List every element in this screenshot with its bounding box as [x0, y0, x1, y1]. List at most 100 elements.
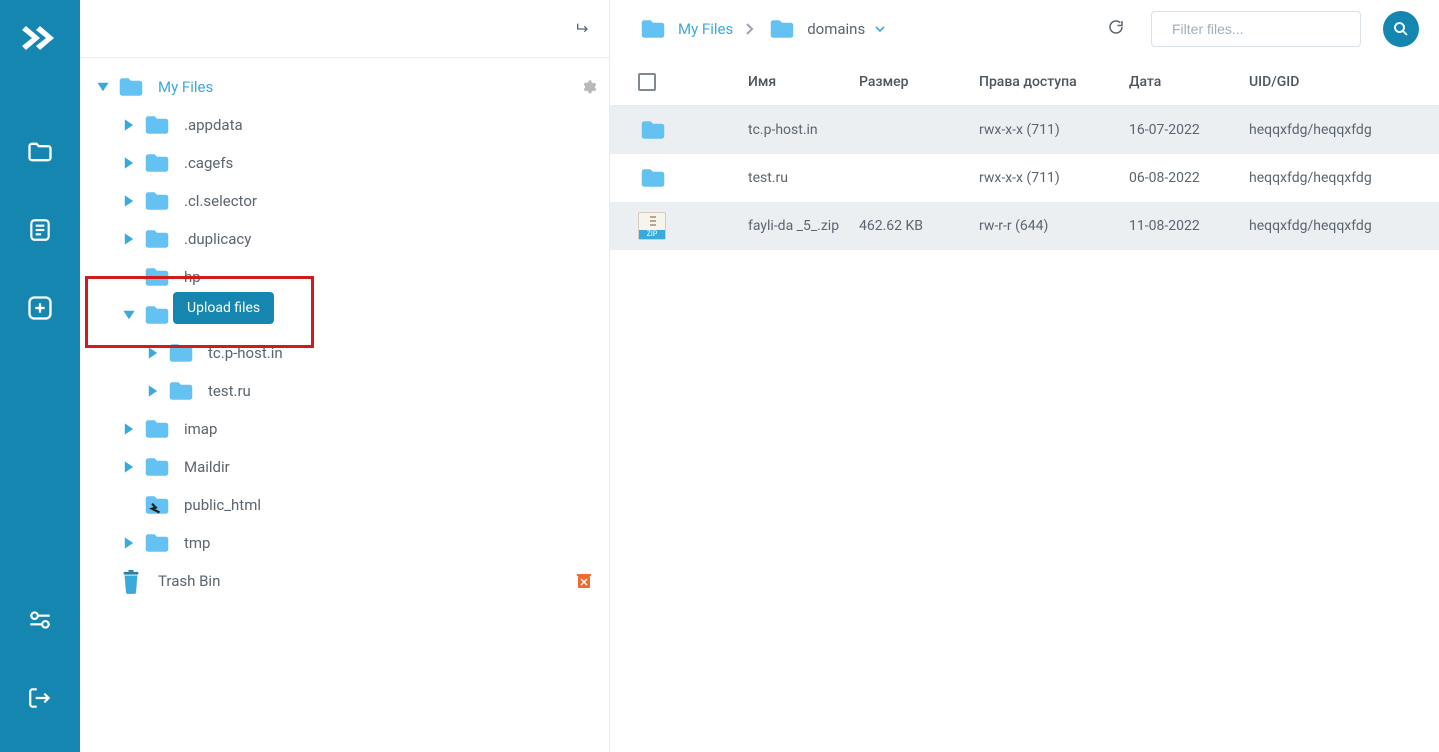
chevron-right-icon — [122, 194, 136, 208]
tree-item-publichtml[interactable]: public_html — [88, 486, 597, 524]
breadcrumb-label: My Files — [678, 20, 733, 38]
search-icon — [1392, 20, 1410, 38]
tree-item-tcphost[interactable]: tc.p-host.in — [88, 334, 597, 372]
folder-icon — [142, 186, 172, 216]
file-table: Имя Размер Права доступа Дата UID/GID tc… — [610, 58, 1439, 250]
logout-nav-button[interactable] — [16, 674, 64, 722]
cell-size: 462.62 KB — [859, 218, 979, 234]
tree-item-clselector[interactable]: .cl.selector — [88, 182, 597, 220]
breadcrumb-label: domains — [807, 20, 865, 38]
folder-icon — [142, 414, 172, 444]
folder-icon — [142, 452, 172, 482]
tree-item-maildir[interactable]: Maildir — [88, 448, 597, 486]
chevron-right-icon — [122, 422, 136, 436]
files-nav-button[interactable] — [16, 128, 64, 176]
chevron-right-icon — [122, 536, 136, 550]
chevron-right-icon — [122, 156, 136, 170]
folder-icon — [142, 224, 172, 254]
tree-item-label: test.ru — [208, 382, 251, 400]
tree-item-label: .cl.selector — [184, 192, 257, 210]
cell-perm: rwx-x-x (711) — [979, 170, 1129, 186]
cell-name: fayli-da _5_.zip — [748, 218, 859, 234]
tree-item-appdata[interactable]: .appdata — [88, 106, 597, 144]
select-all-checkbox[interactable] — [638, 73, 656, 91]
chevron-down-icon — [875, 24, 885, 34]
folder-icon — [142, 262, 172, 292]
folder-icon — [142, 110, 172, 140]
breadcrumb-root[interactable]: My Files — [638, 14, 733, 44]
tree-item-label: .duplicacy — [184, 230, 251, 248]
app-logo — [20, 18, 60, 58]
notes-nav-button[interactable] — [16, 206, 64, 254]
tree-item-hp[interactable]: hp — [88, 258, 597, 296]
nav-rail — [0, 0, 80, 752]
cell-name: test.ru — [748, 170, 859, 186]
cell-uidgid: heqqxfdg/heqqxfdg — [1249, 218, 1429, 234]
column-header-name[interactable]: Имя — [748, 74, 859, 90]
refresh-icon — [1107, 18, 1125, 36]
folder-icon — [166, 376, 196, 406]
cell-uidgid: heqqxfdg/heqqxfdg — [1249, 122, 1429, 138]
folder-icon — [767, 14, 797, 44]
tree-item-label: tc.p-host.in — [208, 344, 283, 362]
chevron-right-icon — [745, 22, 755, 36]
main-content: My Files domains — [610, 0, 1439, 752]
column-header-perm[interactable]: Права доступа — [979, 74, 1129, 90]
folder-icon — [142, 148, 172, 178]
cell-perm: rwx-x-x (711) — [979, 122, 1129, 138]
breadcrumb-bar: My Files domains — [610, 0, 1439, 58]
plus-square-icon — [26, 294, 54, 322]
logout-icon — [27, 685, 53, 711]
column-header-size[interactable]: Размер — [859, 74, 979, 90]
chevron-down-icon — [96, 80, 110, 94]
notes-icon — [27, 217, 53, 243]
breadcrumb-current[interactable]: domains — [767, 14, 885, 44]
search-button[interactable] — [1383, 11, 1419, 47]
tree-item-label: .cagefs — [184, 154, 233, 172]
table-row[interactable]: fayli-da _5_.zip 462.62 KB rw-r-r (644) … — [610, 202, 1439, 250]
chevron-down-icon — [122, 308, 136, 322]
tree-item-cagefs[interactable]: .cagefs — [88, 144, 597, 182]
empty-trash-icon[interactable] — [577, 573, 591, 589]
folder-icon — [116, 72, 146, 102]
tree-item-tmp[interactable]: tmp — [88, 524, 597, 562]
tree-item-domains[interactable]: domains — [88, 296, 597, 334]
chevron-right-icon — [122, 118, 136, 132]
chevrons-logo-icon — [20, 18, 60, 58]
cell-perm: rw-r-r (644) — [979, 218, 1129, 234]
column-header-date[interactable]: Дата — [1129, 74, 1249, 90]
gear-icon[interactable] — [581, 79, 597, 95]
folder-icon — [166, 338, 196, 368]
enter-icon[interactable] — [575, 21, 591, 37]
cell-name: tc.p-host.in — [748, 122, 859, 138]
cell-date: 16-07-2022 — [1129, 122, 1249, 138]
tree-item-label: public_html — [184, 496, 261, 514]
filter-input[interactable] — [1172, 21, 1353, 37]
tree-item-duplicacy[interactable]: .duplicacy — [88, 220, 597, 258]
cell-date: 11-08-2022 — [1129, 218, 1249, 234]
chevron-right-icon — [146, 384, 160, 398]
filter-box[interactable] — [1151, 11, 1361, 47]
settings-nav-button[interactable] — [16, 596, 64, 644]
folder-icon — [638, 163, 668, 193]
table-row[interactable]: test.ru rwx-x-x (711) 06-08-2022 heqqxfd… — [610, 154, 1439, 202]
column-header-uidgid[interactable]: UID/GID — [1249, 74, 1429, 90]
tree-item-testru[interactable]: test.ru — [88, 372, 597, 410]
table-header-row: Имя Размер Права доступа Дата UID/GID — [610, 58, 1439, 106]
upload-nav-button[interactable] — [16, 284, 64, 332]
tree-item-label: hp — [184, 268, 201, 286]
tree-item-label: tmp — [184, 534, 210, 552]
table-row[interactable]: tc.p-host.in rwx-x-x (711) 16-07-2022 he… — [610, 106, 1439, 154]
trash-label: Trash Bin — [158, 572, 220, 590]
sliders-icon — [27, 607, 53, 633]
tree-root-my-files[interactable]: My Files — [88, 68, 597, 106]
refresh-button[interactable] — [1107, 18, 1125, 40]
tree-item-imap[interactable]: imap — [88, 410, 597, 448]
tree-item-label: imap — [184, 420, 217, 438]
cell-date: 06-08-2022 — [1129, 170, 1249, 186]
trash-icon — [120, 568, 142, 594]
trash-bin[interactable]: Trash Bin — [88, 562, 597, 600]
folder-tree-panel: My Files .appdata .cagefs .cl.selector — [80, 0, 610, 752]
chevron-right-icon — [122, 460, 136, 474]
upload-tooltip: Upload files — [173, 292, 274, 324]
